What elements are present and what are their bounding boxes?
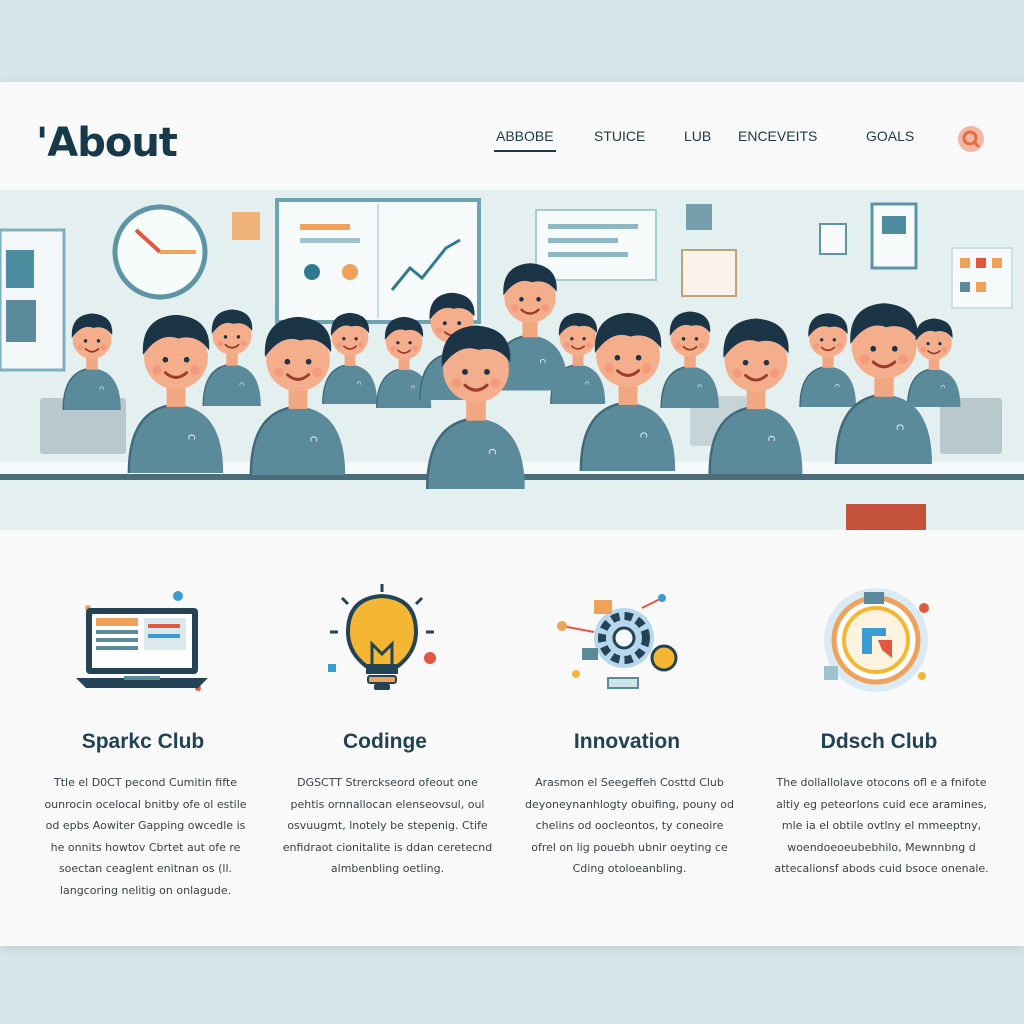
- feature-description: Arasmon el Seegeffeh Costtd Club deyoney…: [525, 776, 734, 875]
- nav-bar: ABBOBE STUICE LUB ENCEVEITS GOALS: [0, 128, 1024, 158]
- hero-illustration: ᴒ: [0, 190, 1024, 530]
- header: 'About ABBOBE STUICE LUB ENCEVEITS GOALS: [0, 82, 1024, 190]
- feature-card-innovation: Innovation Arasmon el Seegeffeh Costtd C…: [512, 530, 742, 946]
- feature-card-ddsch-club: Ddsch Club The dollallolave otocons ofl …: [764, 530, 994, 946]
- nav-item-abbobe[interactable]: ABBOBE: [494, 128, 556, 152]
- feature-card-sparkc-club: Sparkc Club Ttle el D0CT pecond Cumitin …: [28, 530, 258, 946]
- feature-title: Ddsch Club: [820, 730, 938, 753]
- nav-item-enceveits[interactable]: ENCEVEITS: [738, 128, 817, 144]
- gears-icon: [512, 578, 742, 708]
- search-icon: [962, 130, 980, 148]
- nav-item-lub[interactable]: LUB: [684, 128, 711, 144]
- feature-description: The dollallolave otocons ofl e a fnifote…: [774, 776, 989, 875]
- feature-title: Codinge: [343, 730, 427, 753]
- feature-card-codinge: Codinge DGSCTT Strerckseord ofeout one p…: [270, 530, 500, 946]
- feature-description: Ttle el D0CT pecond Cumitin fifte ounroc…: [44, 776, 247, 897]
- feature-description: DGSCTT Strerckseord ofeout one pehtis or…: [282, 776, 493, 875]
- feature-title: Sparkc Club: [81, 730, 205, 753]
- features-section: Sparkc Club Ttle el D0CT pecond Cumitin …: [0, 530, 1024, 946]
- nav-item-stuice[interactable]: STUICE: [594, 128, 645, 144]
- lightbulb-icon: [270, 578, 500, 708]
- feature-title: Innovation: [573, 730, 681, 753]
- laptop-icon: [28, 578, 258, 708]
- search-button[interactable]: [958, 126, 984, 152]
- about-page: 'About ABBOBE STUICE LUB ENCEVEITS GOALS: [0, 82, 1024, 946]
- emblem-icon: [764, 578, 994, 708]
- nav-item-goals[interactable]: GOALS: [866, 128, 914, 144]
- students-classroom-image: ᴒ: [0, 190, 1024, 530]
